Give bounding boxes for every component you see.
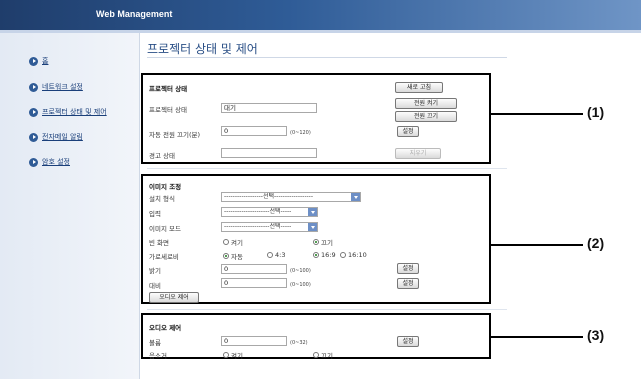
panel-title: 오디오 제어 bbox=[149, 324, 182, 332]
sidebar-item-label: 프로젝터 상태 및 제어 bbox=[42, 108, 107, 116]
sidebar-item-label: 암호 설정 bbox=[42, 158, 70, 166]
radio-icon bbox=[340, 252, 346, 258]
arrow-circle-icon bbox=[29, 132, 38, 142]
callout-label-3: (3) bbox=[587, 327, 605, 343]
radio-icon bbox=[223, 239, 229, 245]
sidebar-item-password-settings[interactable]: 암호 설정 bbox=[29, 157, 70, 167]
installation-select[interactable]: ------------------선택------------------ bbox=[221, 192, 361, 202]
callout-line bbox=[491, 244, 583, 246]
installation-select-value: ------------------선택------------------ bbox=[224, 193, 313, 200]
brightness-set-button[interactable]: 설정 bbox=[397, 263, 419, 274]
volume-label: 볼륨 bbox=[149, 339, 161, 347]
brightness-input[interactable]: 0 bbox=[221, 264, 287, 274]
chevron-down-icon bbox=[351, 193, 360, 201]
refresh-button[interactable]: 새로 고침 bbox=[395, 82, 443, 93]
aspect-ratio-label: 가로세로비 bbox=[149, 253, 179, 261]
callout-line bbox=[491, 113, 583, 115]
image-adjust-panel: 이미지 조정 설치 형식 ------------------선택-------… bbox=[141, 174, 491, 304]
warning-status-field bbox=[221, 148, 317, 158]
auto-power-off-set-button[interactable]: 설정 bbox=[397, 126, 419, 137]
sidebar-item-network-settings[interactable]: 네트워크 설정 bbox=[29, 82, 83, 92]
title-divider bbox=[147, 57, 507, 58]
blank-screen-label: 빈 화면 bbox=[149, 239, 170, 247]
radio-icon bbox=[267, 252, 273, 258]
chevron-down-icon bbox=[308, 208, 317, 216]
arrow-circle-icon bbox=[29, 56, 38, 66]
blank-on-radio[interactable]: 켜기 bbox=[223, 237, 243, 247]
header-bar: Web Management bbox=[0, 0, 641, 30]
clear-button[interactable]: 지우기 bbox=[395, 148, 441, 159]
projector-status-field: 대기 bbox=[221, 103, 317, 113]
image-mode-select[interactable]: ---------------------선택----- bbox=[221, 222, 318, 232]
section-divider bbox=[147, 168, 507, 169]
sidebar-item-label: 홈 bbox=[42, 57, 49, 65]
audio-control-panel: 오디오 제어 볼륨 0 (0~32) 설정 음소거 켜기 끄기 bbox=[141, 313, 491, 360]
contrast-label: 대비 bbox=[149, 282, 161, 290]
brightness-label: 밝기 bbox=[149, 267, 161, 275]
sidebar-item-label: 전자메일 알림 bbox=[42, 133, 83, 141]
mute-on-radio[interactable]: 켜기 bbox=[223, 350, 243, 360]
contrast-range: (0~100) bbox=[290, 282, 311, 288]
installation-label: 설치 형식 bbox=[149, 195, 175, 203]
panel-title: 이미지 조정 bbox=[149, 183, 182, 191]
input-select[interactable]: ---------------------선택----- bbox=[221, 207, 318, 217]
projector-status-panel: 프로젝터 상태 새로 고침 전원 켜기 전원 끄기 프로젝터 상태 대기 자동 … bbox=[141, 73, 491, 164]
sidebar-item-home[interactable]: 홈 bbox=[29, 56, 48, 66]
contrast-set-button[interactable]: 설정 bbox=[397, 278, 419, 289]
auto-power-off-range: (0~120) bbox=[290, 130, 311, 136]
image-mode-select-value: ---------------------선택----- bbox=[224, 223, 292, 230]
arrow-circle-icon bbox=[29, 107, 38, 117]
callout-line bbox=[491, 336, 583, 338]
auto-power-off-label: 자동 전원 끄기(분) bbox=[149, 131, 201, 139]
sidebar-item-projector-control[interactable]: 프로젝터 상태 및 제어 bbox=[29, 107, 107, 117]
power-off-button[interactable]: 전원 끄기 bbox=[395, 111, 457, 122]
sidebar-item-label: 네트워크 설정 bbox=[42, 83, 83, 91]
radio-selected-icon bbox=[313, 239, 319, 245]
mute-label: 음소거 bbox=[149, 352, 167, 360]
audio-control-button[interactable]: 오디오 제어 bbox=[149, 292, 199, 303]
auto-power-off-input[interactable]: 0 bbox=[221, 126, 287, 136]
image-mode-label: 이미지 모드 bbox=[149, 225, 181, 233]
volume-set-button[interactable]: 설정 bbox=[397, 336, 419, 347]
radio-selected-icon bbox=[223, 253, 229, 259]
brightness-range: (0~100) bbox=[290, 268, 311, 274]
aspect-auto-radio[interactable]: 자동 bbox=[223, 251, 243, 261]
app-title: Web Management bbox=[96, 9, 173, 19]
callout-label-1: (1) bbox=[587, 104, 605, 120]
warning-status-label: 경고 상태 bbox=[149, 152, 175, 160]
arrow-circle-icon bbox=[29, 82, 38, 92]
input-label: 입력 bbox=[149, 210, 161, 218]
chevron-down-icon bbox=[308, 223, 317, 231]
volume-range: (0~32) bbox=[290, 340, 308, 346]
radio-icon bbox=[313, 352, 319, 358]
projector-status-label: 프로젝터 상태 bbox=[149, 106, 187, 114]
radio-selected-icon bbox=[313, 252, 319, 258]
sidebar-item-email-alert[interactable]: 전자메일 알림 bbox=[29, 132, 83, 142]
blank-off-radio[interactable]: 끄기 bbox=[313, 237, 333, 247]
aspect-4-3-radio[interactable]: 4:3 bbox=[267, 251, 285, 259]
aspect-16-10-radio[interactable]: 16:10 bbox=[340, 251, 367, 259]
mute-off-radio[interactable]: 끄기 bbox=[313, 350, 333, 360]
page-title: 프로젝터 상태 및 제어 bbox=[147, 42, 258, 56]
contrast-input[interactable]: 0 bbox=[221, 278, 287, 288]
section-divider bbox=[147, 309, 507, 310]
arrow-circle-icon bbox=[29, 157, 38, 167]
callout-label-2: (2) bbox=[587, 235, 605, 251]
volume-input[interactable]: 0 bbox=[221, 336, 287, 346]
radio-icon bbox=[223, 352, 229, 358]
power-on-button[interactable]: 전원 켜기 bbox=[395, 98, 457, 109]
panel-title: 프로젝터 상태 bbox=[149, 85, 188, 93]
input-select-value: ---------------------선택----- bbox=[224, 208, 292, 215]
aspect-16-9-radio[interactable]: 16:9 bbox=[313, 251, 336, 259]
